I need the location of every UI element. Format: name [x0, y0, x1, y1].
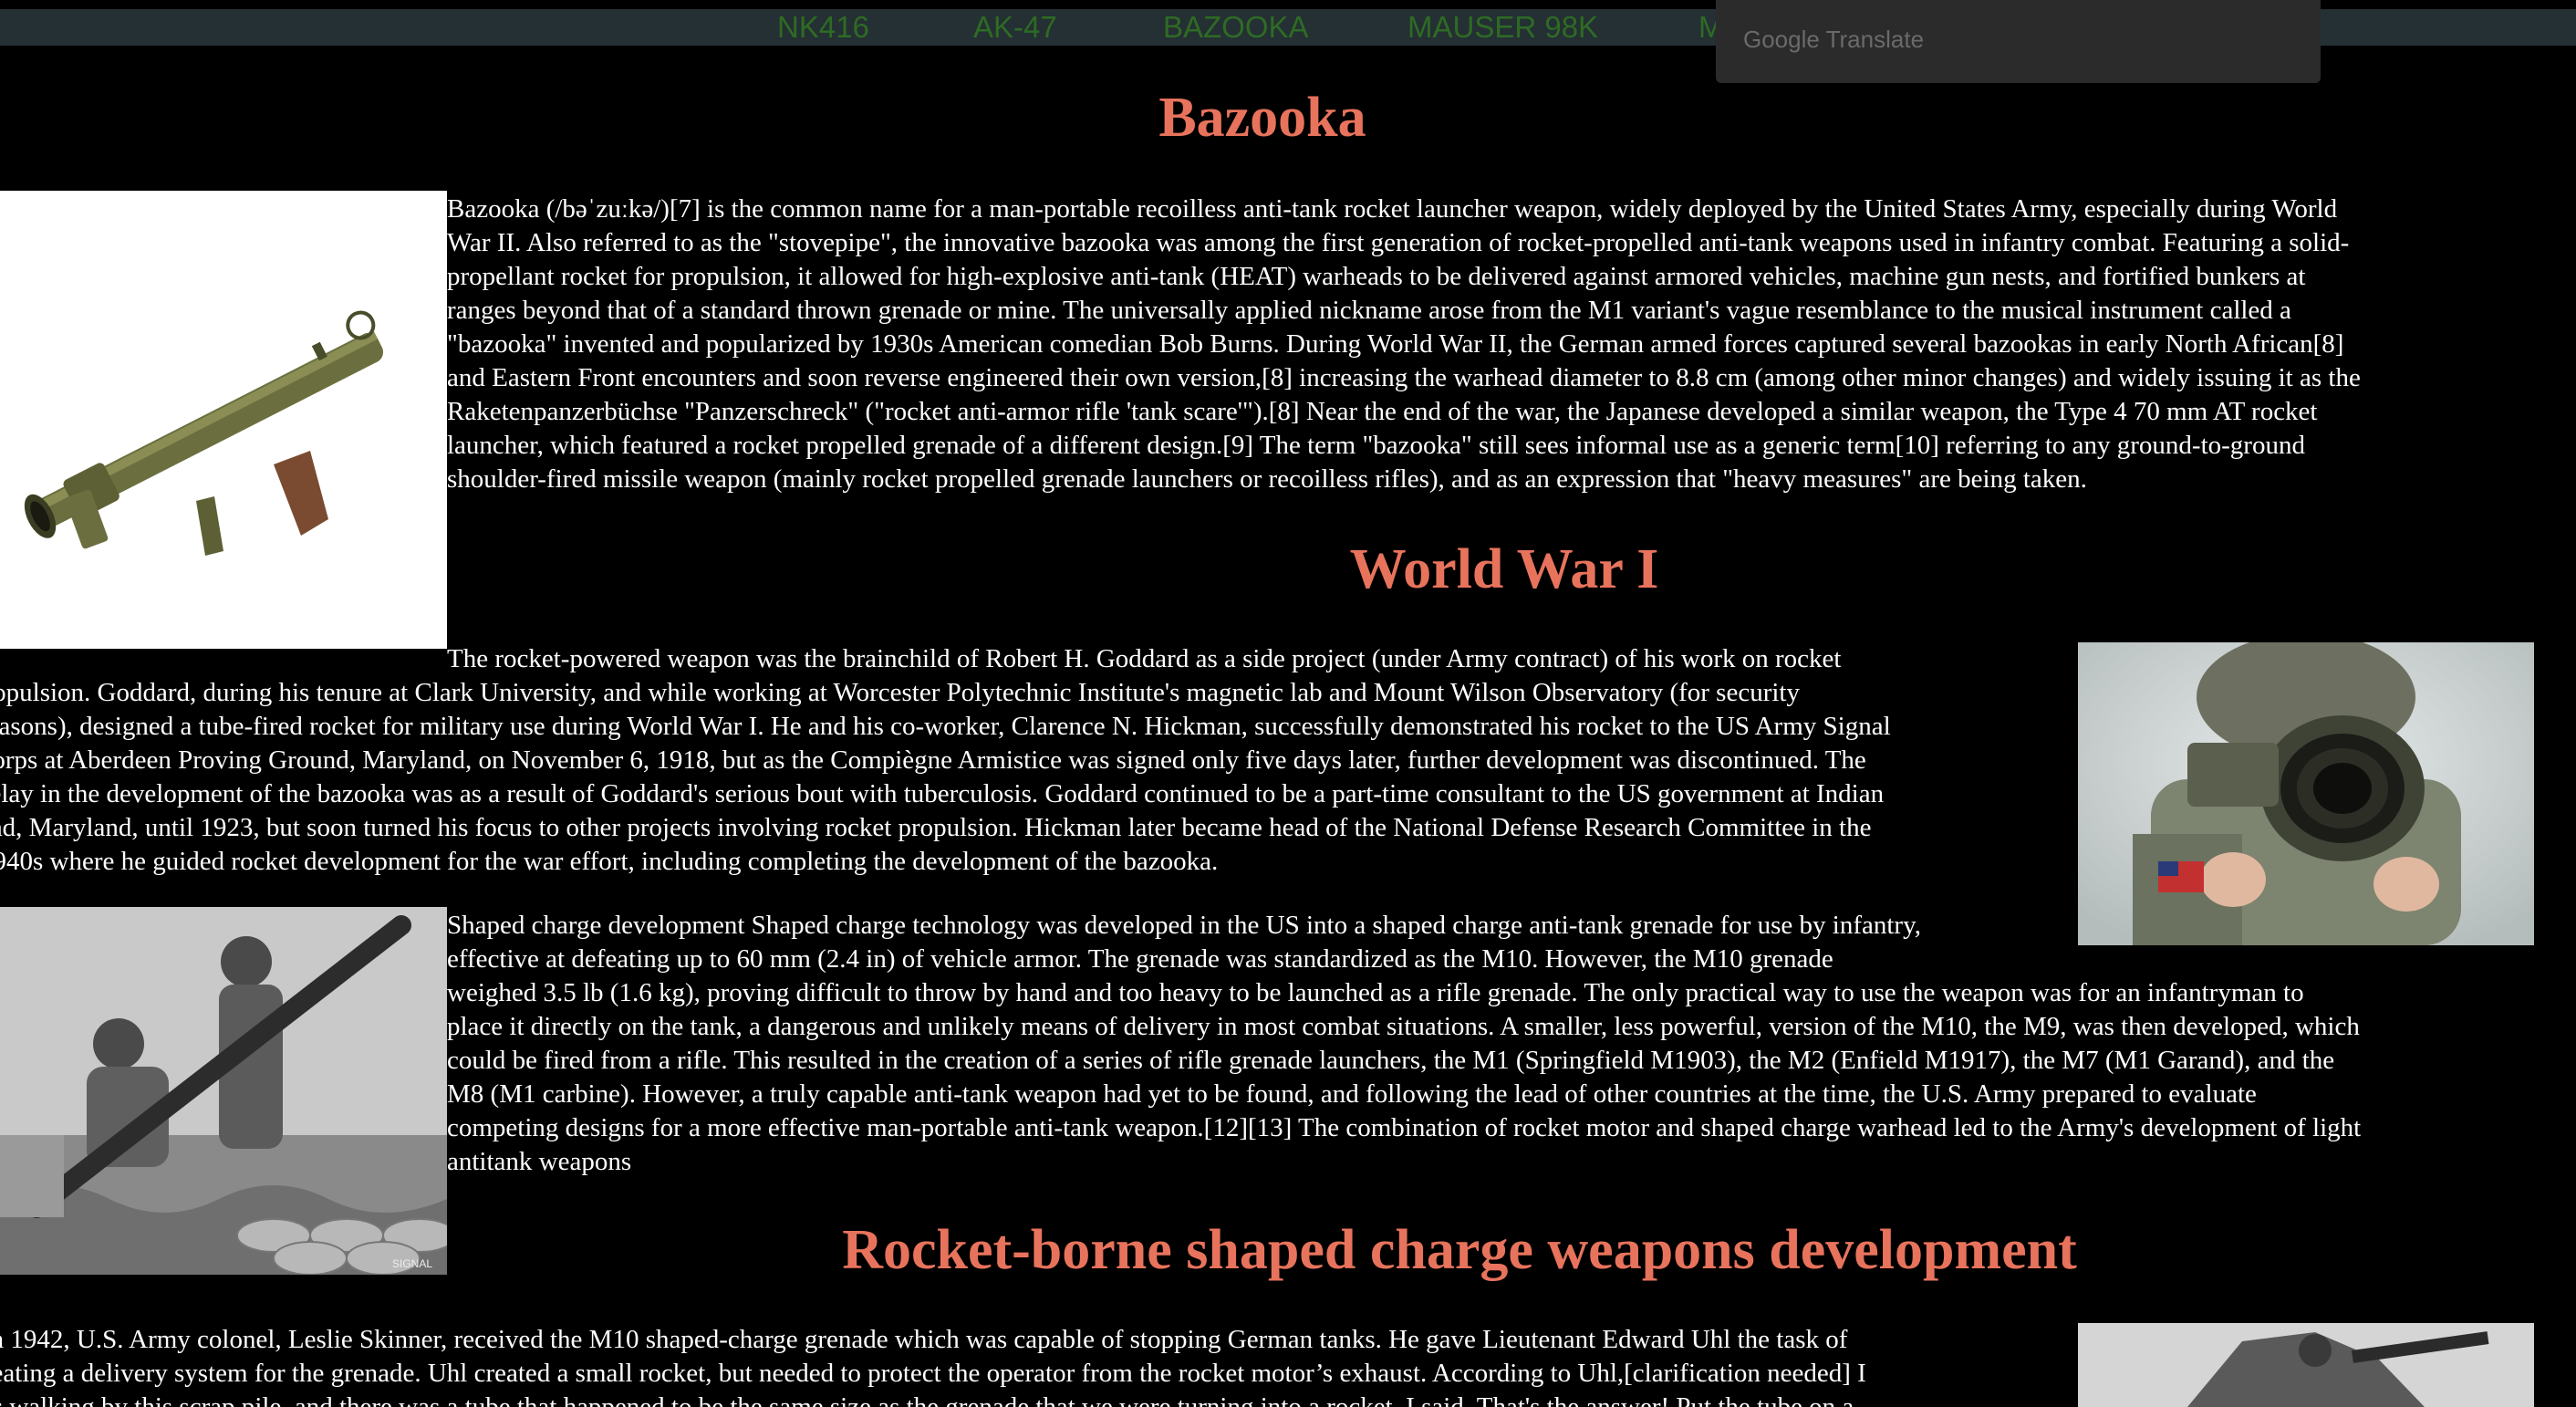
- bazooka-image: [0, 191, 447, 649]
- image-caption: SIGNAL: [392, 1257, 432, 1270]
- page-title: Bazooka: [1158, 87, 1366, 149]
- ww2-soldiers-illustration: SIGNAL: [0, 907, 447, 1275]
- ww2-soldiers-image: SIGNAL: [0, 907, 447, 1275]
- soldier-illustration: [2078, 642, 2534, 945]
- soldier-image: [2078, 642, 2534, 945]
- nav-link-nk416[interactable]: NK416: [777, 9, 869, 46]
- heading-rocket-borne: Rocket-borne shaped charge weapons devel…: [842, 1219, 2077, 1281]
- nav-link-bazooka[interactable]: BAZOOKA: [1163, 9, 1309, 46]
- intro-paragraph: Bazooka (/bəˈzuːkə/)[7] is the common na…: [447, 194, 2361, 494]
- translate-text: Translate: [1825, 26, 1925, 53]
- bazooka-illustration: [0, 191, 447, 649]
- rocket-paragraph: In 1942, U.S. Army colonel, Leslie Skinn…: [0, 1325, 1866, 1407]
- google-translate-popup[interactable]: Google Translate: [1716, 0, 2321, 83]
- ww1-paragraph: The rocket-powered weapon was the brainc…: [0, 644, 1891, 876]
- nav-link-ak47[interactable]: AK-47: [973, 9, 1057, 46]
- heading-world-war-i: World War I: [1349, 538, 1659, 600]
- google-brand-text: Google: [1743, 26, 1820, 53]
- google-translate-label: Google Translate: [1743, 26, 1924, 54]
- nav-link-mauser-98k[interactable]: MAUSER 98K: [1407, 9, 1598, 46]
- shaped-charge-paragraph: Shaped charge development Shaped charge …: [447, 911, 2362, 1176]
- crew-illustration: [2078, 1323, 2534, 1407]
- crew-image: [2078, 1323, 2534, 1407]
